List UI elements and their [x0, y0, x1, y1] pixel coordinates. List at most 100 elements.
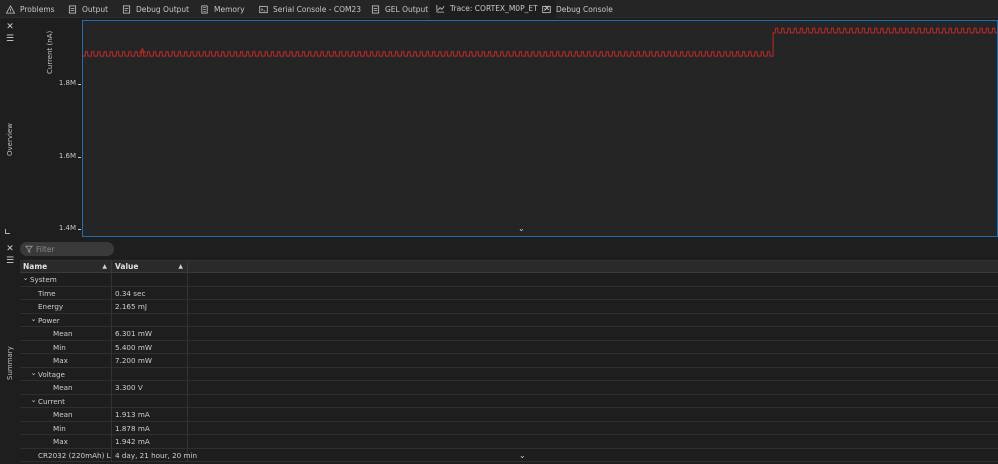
name-cell: Mean: [20, 408, 112, 422]
sort-name-icon[interactable]: ▲: [102, 261, 107, 273]
row-name: Voltage: [38, 369, 65, 379]
summary-table: Name ▲ Value ▲ ⌄ System Time 0.34 sec Energy…: [20, 260, 998, 462]
overview-resize-handle[interactable]: [5, 229, 10, 234]
current-trace-spike: [138, 47, 146, 54]
tab-label: Memory: [214, 4, 245, 14]
tab-label: GEL Output: [385, 4, 429, 14]
summary-menu-icon[interactable]: ☰: [5, 256, 15, 266]
table-row[interactable]: Max 7.200 mW: [20, 354, 998, 368]
row-name: System: [30, 275, 57, 284]
tab-label: Output: [82, 4, 109, 14]
close-overview-icon[interactable]: ✕: [5, 22, 15, 32]
y-tick-label: 1.6M: [58, 151, 76, 160]
tab-debug-console[interactable]: Debug Console: [536, 0, 619, 18]
expand-chevron-icon[interactable]: ⌄: [29, 395, 38, 407]
y-tick-mark: [78, 228, 81, 230]
chart-icon: [435, 4, 445, 14]
y-tick-label: 1.8M: [58, 79, 76, 88]
value-cell: 3.300 V: [112, 381, 188, 395]
value-cell: 0.34 sec: [112, 286, 188, 300]
panel-tab-bar: Problems Output Debug Output Memory Serial C…: [0, 0, 998, 18]
tab-serial-console-com23[interactable]: Serial Console - COM23: [253, 0, 367, 18]
row-name: Min: [53, 342, 66, 352]
debug-document-icon: [121, 4, 131, 14]
table-group-row[interactable]: ⌄ Voltage: [20, 367, 998, 381]
tab-label: Serial Console - COM23: [273, 4, 362, 14]
expand-chart-chevron-icon[interactable]: ⌄: [518, 224, 525, 233]
overview-label: Overview: [6, 123, 14, 156]
column-header-name[interactable]: Name ▲: [20, 261, 112, 273]
table-row[interactable]: Mean 1.913 mA: [20, 408, 998, 422]
summary-label: Summary: [6, 346, 14, 380]
filter-icon: [25, 245, 33, 253]
summary-sidebar: ✕ ☰ Summary: [0, 240, 20, 464]
close-summary-icon[interactable]: ✕: [5, 244, 15, 254]
expand-chevron-icon[interactable]: ⌄: [29, 368, 38, 380]
overview-menu-icon[interactable]: ☰: [5, 34, 15, 44]
tab-label: Trace: CORTEX_M0P_ET: [450, 4, 538, 13]
row-name: Mean: [53, 410, 73, 419]
table-row[interactable]: Max 1.942 mA: [20, 435, 998, 449]
filter-placeholder: Filter: [36, 244, 55, 254]
gel-document-icon: [370, 4, 380, 14]
name-cell: Energy: [20, 300, 112, 314]
table-body: ⌄ System Time 0.34 sec Energy 2.165 mJ ⌄ Power M…: [20, 273, 998, 462]
table-row[interactable]: CR2032 (220mAh) Life 4 day, 21 hour, 20 m…: [20, 448, 998, 462]
y-tick-mark: [78, 156, 81, 158]
warning-icon: [5, 4, 15, 14]
value-cell: 4 day, 21 hour, 20 min: [112, 448, 197, 462]
tab-output[interactable]: Output: [62, 0, 114, 18]
expand-summary-chevron-icon[interactable]: ⌄: [519, 451, 526, 460]
value-cell: 7.200 mW: [112, 354, 188, 368]
y-tick-mark: [78, 84, 81, 86]
trace-chart: Current (nA) 1.8M 1.6M 1.4M ⌄: [20, 18, 998, 239]
chart-plot-area[interactable]: [82, 20, 998, 237]
table-row[interactable]: Min 5.400 mW: [20, 340, 998, 354]
table-row[interactable]: Time 0.34 sec: [20, 286, 998, 300]
value-cell: 1.942 mA: [112, 435, 188, 449]
row-name: Power: [38, 315, 60, 325]
value-cell: [112, 273, 188, 287]
expand-chevron-icon[interactable]: ⌄: [21, 273, 30, 285]
table-group-row[interactable]: ⌄ Current: [20, 394, 998, 408]
table-row[interactable]: Energy 2.165 mJ: [20, 300, 998, 314]
value-cell: 1.913 mA: [112, 408, 188, 422]
overview-sidebar: ✕ ☰ Overview: [0, 18, 20, 239]
chart-svg: [83, 27, 997, 57]
column-header-name-label: Name: [23, 262, 48, 271]
row-name: Max: [53, 437, 68, 446]
filter-input[interactable]: Filter: [20, 242, 114, 256]
value-cell: [112, 367, 188, 381]
name-cell: ⌄ Voltage: [20, 367, 112, 381]
expand-chevron-icon[interactable]: ⌄: [29, 314, 38, 326]
table-group-row[interactable]: ⌄ System: [20, 273, 998, 287]
tab-problems[interactable]: Problems: [0, 0, 61, 18]
tab-debug-output[interactable]: Debug Output: [116, 0, 195, 18]
value-cell: 5.400 mW: [112, 340, 188, 354]
table-row[interactable]: Mean 3.300 V: [20, 381, 998, 395]
tab-label: Debug Console: [556, 4, 613, 14]
name-cell: ⌄ Power: [20, 313, 112, 327]
document-icon: [67, 4, 77, 14]
row-name: CR2032 (220mAh) Life: [38, 450, 112, 460]
name-cell: Max: [20, 354, 112, 368]
sort-value-icon[interactable]: ▲: [178, 261, 183, 273]
column-header-value[interactable]: Value ▲: [112, 261, 188, 273]
table-row[interactable]: Mean 6.301 mW: [20, 327, 998, 341]
tab-memory[interactable]: Memory: [194, 0, 251, 18]
row-name: Min: [53, 423, 66, 433]
y-tick-label: 1.4M: [58, 223, 76, 232]
row-name: Mean: [53, 383, 73, 392]
name-cell: Time: [20, 286, 112, 300]
value-cell: [112, 394, 188, 408]
name-cell: Min: [20, 421, 112, 435]
table-group-row[interactable]: ⌄ Power: [20, 313, 998, 327]
row-name: Time: [38, 288, 56, 298]
tab-label: Problems: [20, 4, 55, 14]
tab-gel-output[interactable]: GEL Output: [365, 0, 434, 18]
value-cell: 2.165 mJ: [112, 300, 188, 314]
column-header-value-label: Value: [115, 262, 139, 271]
table-row[interactable]: Min 1.878 mA: [20, 421, 998, 435]
value-cell: [112, 313, 188, 327]
row-name: Max: [53, 356, 68, 365]
